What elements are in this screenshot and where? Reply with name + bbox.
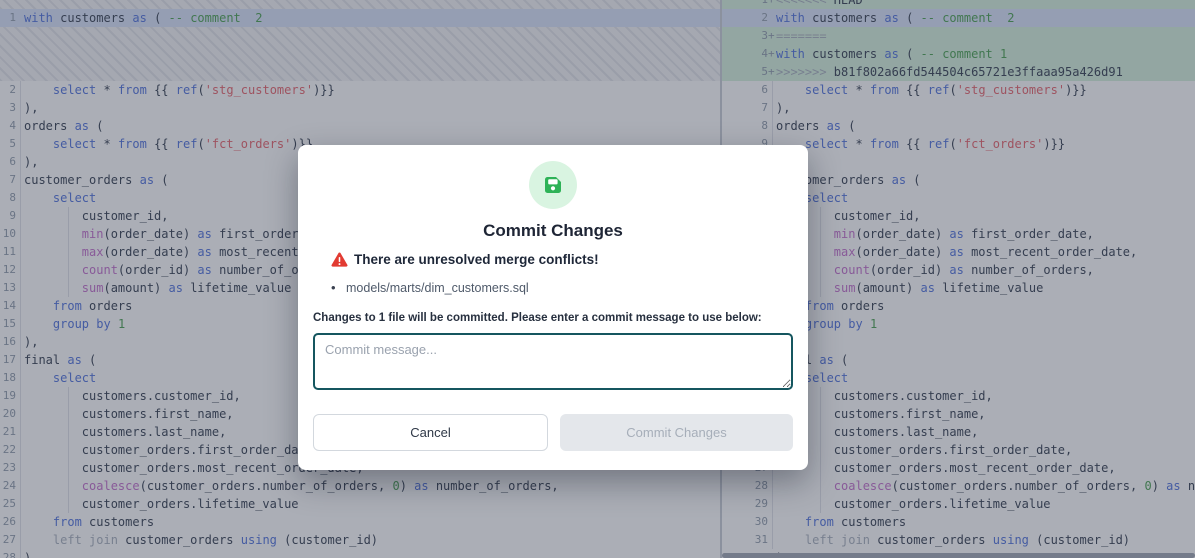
conflict-file-item: • models/marts/dim_customers.sql [313, 280, 793, 295]
commit-message-label: Changes to 1 file will be committed. Ple… [313, 312, 793, 324]
warning-icon [331, 252, 348, 267]
modal-title: Commit Changes [313, 221, 793, 241]
cancel-button[interactable]: Cancel [313, 414, 548, 451]
ide-screen: 1with customers as ( -- comment 22 selec… [0, 0, 1195, 558]
modal-footer: Cancel Commit Changes [313, 414, 793, 451]
floppy-disk-icon [541, 173, 565, 197]
conflict-file-name: models/marts/dim_customers.sql [346, 281, 529, 295]
warning-text: There are unresolved merge conflicts! [354, 252, 599, 267]
merge-conflict-warning: There are unresolved merge conflicts! [313, 252, 793, 267]
bullet-icon: • [331, 280, 346, 295]
save-icon-badge [529, 161, 577, 209]
commit-changes-modal: Commit Changes There are unresolved merg… [298, 145, 808, 470]
commit-message-input[interactable] [313, 333, 793, 390]
commit-changes-button[interactable]: Commit Changes [560, 414, 793, 451]
